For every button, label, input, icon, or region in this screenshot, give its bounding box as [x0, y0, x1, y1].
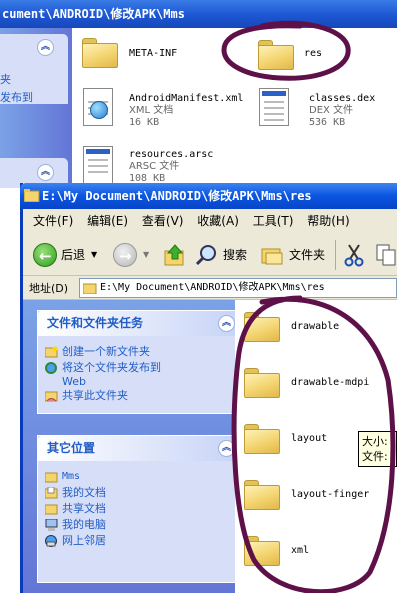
search-label: 搜索	[223, 248, 248, 262]
menu-tools[interactable]: 工具(T)	[253, 209, 294, 234]
file-name: classes.dex	[309, 93, 376, 104]
back-window-task-pane: ︽ 夹 发布到 ︽	[0, 28, 72, 188]
menu-edit[interactable]: 编辑(E)	[87, 209, 128, 234]
search-button[interactable]: 搜索	[195, 242, 255, 268]
tasks-panel-title: 文件和文件夹任务	[47, 316, 144, 330]
forward-button[interactable]: → ▼	[113, 242, 153, 268]
cut-button[interactable]	[343, 242, 367, 268]
folder-name: layout-finger	[291, 489, 370, 500]
file-folder-tasks-panel: 文件和文件夹任务 ︽ 创建一个新文件夹 将这个文件夹发布到 Web 共享此文件夹	[37, 310, 242, 414]
tooltip: 大小: 文件:	[358, 431, 397, 467]
xml-doc-icon	[83, 88, 113, 126]
folder-icon	[244, 480, 280, 510]
places-panel-title: 其它位置	[47, 441, 96, 455]
place-my-computer[interactable]: 我的电脑	[38, 517, 241, 533]
front-window-titlebar: E:\My Document\ANDROID\修改APK\Mms\res	[20, 183, 397, 209]
back-panel-text-1: 夹	[0, 73, 11, 86]
back-label: 后退	[61, 248, 86, 262]
folder-name: drawable-mdpi	[291, 377, 370, 388]
menu-favorites[interactable]: 收藏(A)	[197, 209, 239, 234]
file-name: AndroidManifest.xml	[129, 93, 244, 104]
search-icon	[195, 245, 216, 266]
back-task-panel: ︽ 夹 发布到	[0, 34, 68, 104]
file-name: META-INF	[129, 48, 178, 59]
tooltip-line-files: 文件:	[362, 450, 388, 463]
folders-button[interactable]: 文件夹	[261, 242, 331, 268]
back-window-file-pane: META-INF res AndroidManifest.xml XML 文档 …	[72, 28, 397, 188]
new-folder-icon	[45, 346, 58, 358]
folder-icon	[244, 312, 280, 342]
file-type: DEX 文件	[309, 105, 354, 116]
tasks-panel-header[interactable]: 文件和文件夹任务 ︽	[38, 311, 241, 336]
globe-icon	[45, 362, 57, 374]
back-button[interactable]: ← 后退 ▼	[31, 242, 97, 268]
forward-arrow-icon: →	[113, 243, 137, 267]
folder-icon	[244, 424, 280, 454]
arsc-file-icon	[83, 146, 113, 184]
folder-icon	[258, 40, 294, 70]
copy-button[interactable]	[375, 242, 397, 268]
computer-icon	[45, 519, 58, 531]
file-size: 536 KB	[309, 117, 346, 128]
task-new-folder[interactable]: 创建一个新文件夹	[38, 344, 241, 360]
collapse-up-icon[interactable]: ︽	[218, 315, 235, 332]
folder-icon	[45, 472, 58, 483]
place-shared-documents[interactable]: 共享文档	[38, 501, 241, 517]
task-share-folder[interactable]: 共享此文件夹	[38, 388, 241, 404]
menu-help[interactable]: 帮助(H)	[307, 209, 349, 234]
collapse-up-icon[interactable]: ︽	[218, 440, 235, 457]
place-my-documents[interactable]: 我的文档	[38, 485, 241, 501]
tooltip-line-size: 大小:	[362, 435, 388, 448]
other-places-panel: 其它位置 ︽ Mms 我的文档 共享文档 我的电脑 网上邻居	[37, 435, 242, 583]
collapse-up-icon[interactable]: ︽	[37, 39, 54, 56]
shared-folder-icon	[45, 504, 58, 515]
file-size: 16 KB	[129, 117, 160, 128]
folders-icon	[261, 248, 283, 265]
task-publish-web[interactable]: 将这个文件夹发布到	[38, 360, 241, 376]
folder-name: layout	[291, 433, 328, 444]
address-label: 地址(D)	[29, 282, 69, 295]
menu-bar: 文件(F) 编辑(E) 查看(V) 收藏(A) 工具(T) 帮助(H)	[23, 209, 397, 234]
back-window-title: cument\ANDROID\修改APK\Mms	[2, 7, 185, 21]
file-type: ARSC 文件	[129, 161, 180, 172]
place-network[interactable]: 网上邻居	[38, 533, 241, 549]
toolbar-separator	[335, 240, 336, 270]
menu-view[interactable]: 查看(V)	[142, 209, 184, 234]
file-type: XML 文档	[129, 105, 174, 116]
task-publish-web-line2[interactable]: Web	[38, 376, 241, 388]
copy-icon	[376, 244, 396, 266]
folder-icon	[244, 536, 280, 566]
folders-label: 文件夹	[289, 248, 326, 262]
file-name: resources.arsc	[129, 149, 214, 160]
dropdown-arrow-icon[interactable]: ▼	[143, 242, 149, 268]
dropdown-arrow-icon[interactable]: ▼	[91, 242, 97, 268]
back-arrow-icon: ←	[33, 243, 57, 267]
documents-folder-icon	[45, 487, 58, 499]
task-pane: 文件和文件夹任务 ︽ 创建一个新文件夹 将这个文件夹发布到 Web 共享此文件夹…	[23, 300, 242, 593]
dex-file-icon	[259, 88, 289, 126]
file-name: res	[304, 48, 323, 59]
collapse-up-icon[interactable]: ︽	[37, 164, 54, 181]
share-folder-icon	[45, 391, 58, 402]
back-panel-text-2: 发布到	[0, 91, 33, 104]
up-folder-icon	[164, 244, 184, 266]
address-value: E:\My Document\ANDROID\修改APK\Mms\res	[100, 282, 325, 293]
folder-name: xml	[291, 545, 310, 556]
back-window-titlebar: cument\ANDROID\修改APK\Mms	[0, 0, 397, 28]
menu-file[interactable]: 文件(F)	[33, 209, 73, 234]
places-panel-header[interactable]: 其它位置 ︽	[38, 436, 241, 461]
front-window-title: E:\My Document\ANDROID\修改APK\Mms\res	[42, 189, 312, 203]
network-icon	[45, 535, 57, 547]
folder-icon	[244, 368, 280, 398]
up-folder-button[interactable]	[163, 242, 187, 268]
folder-icon	[24, 189, 40, 202]
place-mms[interactable]: Mms	[38, 469, 241, 485]
address-bar: 地址(D) E:\My Document\ANDROID\修改APK\Mms\r…	[23, 276, 397, 300]
toolbar: ← 后退 ▼ → ▼ 搜索 文件夹	[23, 234, 397, 276]
address-input[interactable]: E:\My Document\ANDROID\修改APK\Mms\res	[79, 278, 397, 298]
folder-icon	[83, 283, 97, 294]
folder-icon	[82, 38, 118, 68]
folder-name: drawable	[291, 321, 340, 332]
scissors-icon	[344, 244, 364, 267]
